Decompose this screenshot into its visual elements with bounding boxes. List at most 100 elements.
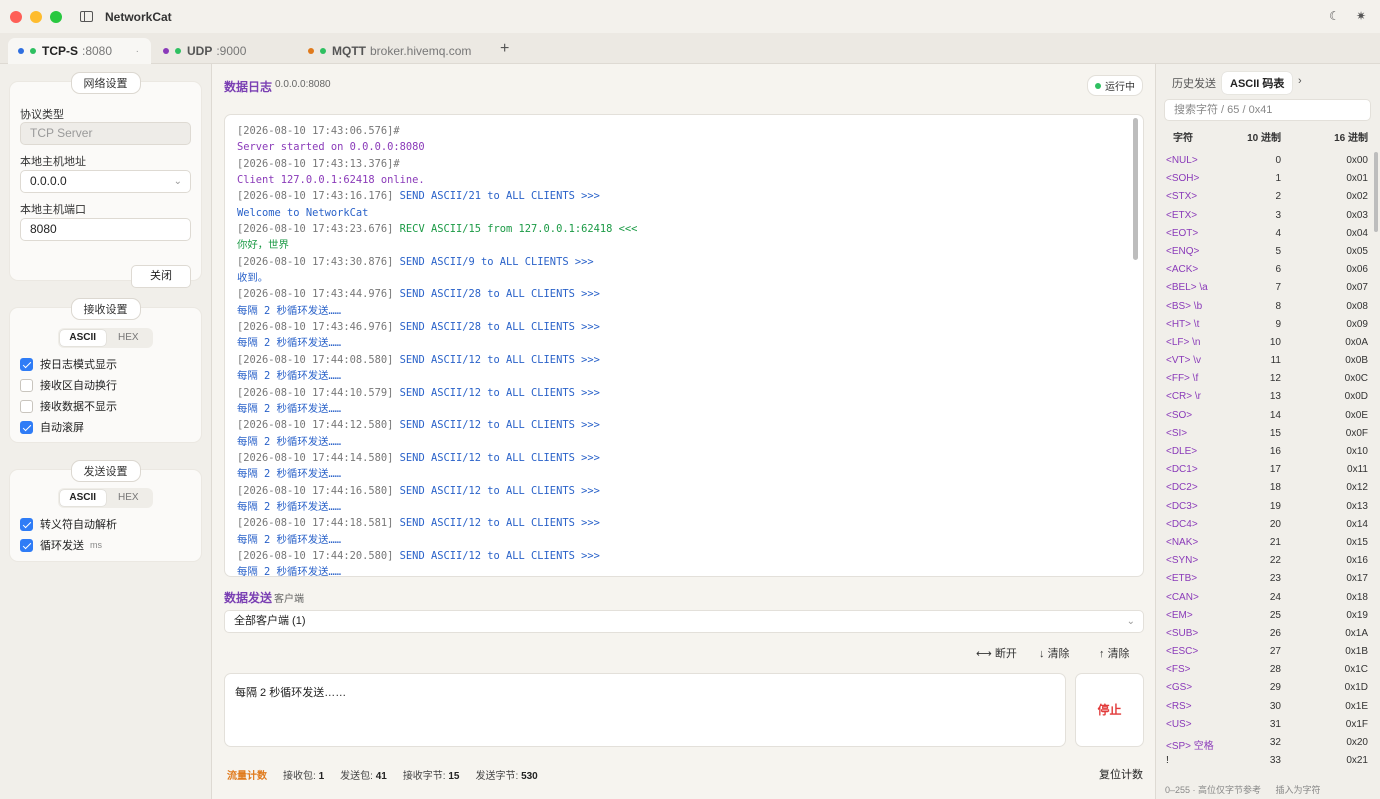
interval-unit: ms	[90, 540, 102, 550]
ascii-row[interactable]: <RS> 30 0x1E	[1156, 698, 1380, 716]
log-view[interactable]: [2026-08-10 17:43:06.576]# Server started…	[224, 114, 1144, 577]
receive-mode-hex[interactable]: HEX	[106, 330, 152, 346]
ascii-row[interactable]: <EM> 25 0x19	[1156, 607, 1380, 625]
log-timestamp: [2026-08-10 17:44:20.580]	[237, 549, 394, 562]
ascii-search-input[interactable]: 搜索字符 / 65 / 0x41	[1164, 99, 1371, 121]
ascii-char: <SOH>	[1166, 173, 1200, 185]
ascii-row[interactable]: <NAK> 21 0x15	[1156, 534, 1380, 552]
checkbox[interactable]	[20, 538, 33, 552]
ascii-char: <RS>	[1166, 700, 1192, 712]
ascii-row[interactable]: <FS> 28 0x1C	[1156, 661, 1380, 679]
chevron-right-icon[interactable]: ›	[1298, 75, 1302, 87]
tab-history[interactable]: 历史发送	[1164, 72, 1224, 94]
clear-receive-button[interactable]: ↓ 清除	[1039, 645, 1070, 661]
close-window-button[interactable]	[10, 10, 22, 23]
tab-ascii-table[interactable]: ASCII 码表	[1222, 72, 1293, 94]
clear-send-button[interactable]: ↑ 清除	[1099, 645, 1130, 661]
ascii-dec: 3	[1275, 209, 1281, 221]
close-tab-icon[interactable]: ·	[136, 46, 139, 57]
reset-counters-button[interactable]: 复位计数	[1099, 766, 1143, 782]
ascii-dec: 33	[1269, 755, 1281, 767]
receive-option-log-mode[interactable]: 按日志模式显示	[20, 356, 117, 372]
checkbox[interactable]	[20, 399, 33, 413]
tab-tcp-server[interactable]: TCP-S :8080 ·	[8, 38, 151, 64]
ascii-row[interactable]: <DC1> 17 0x11	[1156, 461, 1380, 479]
ascii-row[interactable]: <STX> 2 0x02	[1156, 188, 1380, 206]
ascii-row[interactable]: <DC4> 20 0x14	[1156, 516, 1380, 534]
ascii-char: <ESC>	[1166, 646, 1199, 658]
send-mode-ascii[interactable]: ASCII	[60, 490, 106, 506]
receive-option-wrap[interactable]: 接收区自动换行	[20, 377, 117, 393]
receive-option-autoscroll[interactable]: 自动滚屏	[20, 419, 84, 435]
checkbox[interactable]	[20, 420, 33, 434]
ascii-row[interactable]: <SP> 空格 32 0x20	[1156, 734, 1380, 752]
ascii-dec: 7	[1275, 282, 1281, 294]
ascii-char: <SO>	[1166, 409, 1193, 421]
ascii-dec: 24	[1269, 591, 1281, 603]
ascii-row[interactable]: <US> 31 0x1F	[1156, 716, 1380, 734]
stop-button[interactable]: 停止	[1075, 673, 1144, 747]
ascii-row[interactable]: <CAN> 24 0x18	[1156, 589, 1380, 607]
send-mode-hex[interactable]: HEX	[106, 490, 152, 506]
disconnect-icon: ⟷	[976, 648, 992, 660]
zoom-window-button[interactable]	[50, 10, 62, 23]
port-field[interactable]: 8080	[20, 218, 191, 241]
footer-insert[interactable]: 插入为字符	[1276, 785, 1321, 795]
receive-option-hide[interactable]: 接收数据不显示	[20, 398, 117, 414]
ascii-row[interactable]: <EOT> 4 0x04	[1156, 225, 1380, 243]
checkbox[interactable]	[20, 378, 33, 392]
ascii-row[interactable]: <FF> \f 12 0x0C	[1156, 370, 1380, 388]
log-line: 每隔 2 秒循环发送……	[237, 401, 1131, 417]
checkbox[interactable]	[20, 517, 33, 531]
app-title: NetworkCat	[105, 9, 172, 24]
ascii-row[interactable]: <SOH> 1 0x01	[1156, 170, 1380, 188]
ascii-row[interactable]: <SYN> 22 0x16	[1156, 552, 1380, 570]
ascii-row[interactable]: <LF> \n 10 0x0A	[1156, 334, 1380, 352]
sidebar-toggle-icon[interactable]	[80, 11, 93, 22]
ascii-scrollbar[interactable]	[1374, 152, 1378, 232]
log-line: [2026-08-10 17:43:23.676] RECV ASCII/15 …	[237, 221, 1131, 237]
log-timestamp: [2026-08-10 17:43:30.876]	[237, 255, 394, 268]
checkbox[interactable]	[20, 357, 33, 371]
host-select[interactable]: 0.0.0.0 ⌄	[20, 170, 191, 193]
ascii-char: <ETX>	[1166, 209, 1198, 221]
gear-icon[interactable]: ✷	[1356, 9, 1366, 23]
add-tab-button[interactable]: +	[500, 41, 509, 57]
target-client-select[interactable]: 全部客户端 (1) ⌄	[224, 610, 1144, 633]
ascii-row[interactable]: <BS> \b 8 0x08	[1156, 298, 1380, 316]
send-input[interactable]: 每隔 2 秒循环发送……	[224, 673, 1066, 747]
ascii-hex: 0x0A	[1345, 336, 1368, 348]
ascii-row[interactable]: <SO> 14 0x0E	[1156, 407, 1380, 425]
ascii-row[interactable]: <HT> \t 9 0x09	[1156, 316, 1380, 334]
ascii-row[interactable]: <ENQ> 5 0x05	[1156, 243, 1380, 261]
ascii-row[interactable]: <BEL> \a 7 0x07	[1156, 279, 1380, 297]
minimize-window-button[interactable]	[30, 10, 42, 23]
close-connection-button[interactable]: 关闭	[131, 265, 191, 288]
moon-icon[interactable]: ☾	[1329, 9, 1340, 23]
send-option-loop[interactable]: 循环发送 ms	[20, 537, 102, 553]
ascii-row[interactable]: <GS> 29 0x1D	[1156, 679, 1380, 697]
ascii-row[interactable]: <VT> \v 11 0x0B	[1156, 352, 1380, 370]
tab-mqtt[interactable]: MQTT broker.hivemq.com	[298, 38, 488, 64]
disconnect-button[interactable]: ⟷ 断开	[976, 645, 1017, 661]
ascii-row[interactable]: <ETB> 23 0x17	[1156, 570, 1380, 588]
log-line: [2026-08-10 17:43:06.576]#	[237, 123, 1131, 139]
window-controls	[10, 10, 62, 23]
ascii-row[interactable]: <ETX> 3 0x03	[1156, 207, 1380, 225]
ascii-row[interactable]: <SI> 15 0x0F	[1156, 425, 1380, 443]
receive-mode-ascii[interactable]: ASCII	[60, 330, 106, 346]
send-option-escape[interactable]: 转义符自动解析	[20, 516, 117, 532]
ascii-row[interactable]: ! 33 0x21	[1156, 752, 1380, 770]
log-scrollbar[interactable]	[1133, 118, 1138, 260]
tab-udp[interactable]: UDP :9000	[153, 38, 293, 64]
ascii-row[interactable]: <DC3> 19 0x13	[1156, 498, 1380, 516]
log-line: [2026-08-10 17:43:13.376]#	[237, 156, 1131, 172]
ascii-row[interactable]: <DC2> 18 0x12	[1156, 479, 1380, 497]
ascii-row[interactable]: <ESC> 27 0x1B	[1156, 643, 1380, 661]
ascii-hex: 0x1D	[1344, 682, 1368, 694]
ascii-row[interactable]: <CR> \r 13 0x0D	[1156, 388, 1380, 406]
ascii-row[interactable]: <SUB> 26 0x1A	[1156, 625, 1380, 643]
ascii-row[interactable]: <NUL> 0 0x00	[1156, 152, 1380, 170]
ascii-row[interactable]: <ACK> 6 0x06	[1156, 261, 1380, 279]
ascii-row[interactable]: <DLE> 16 0x10	[1156, 443, 1380, 461]
